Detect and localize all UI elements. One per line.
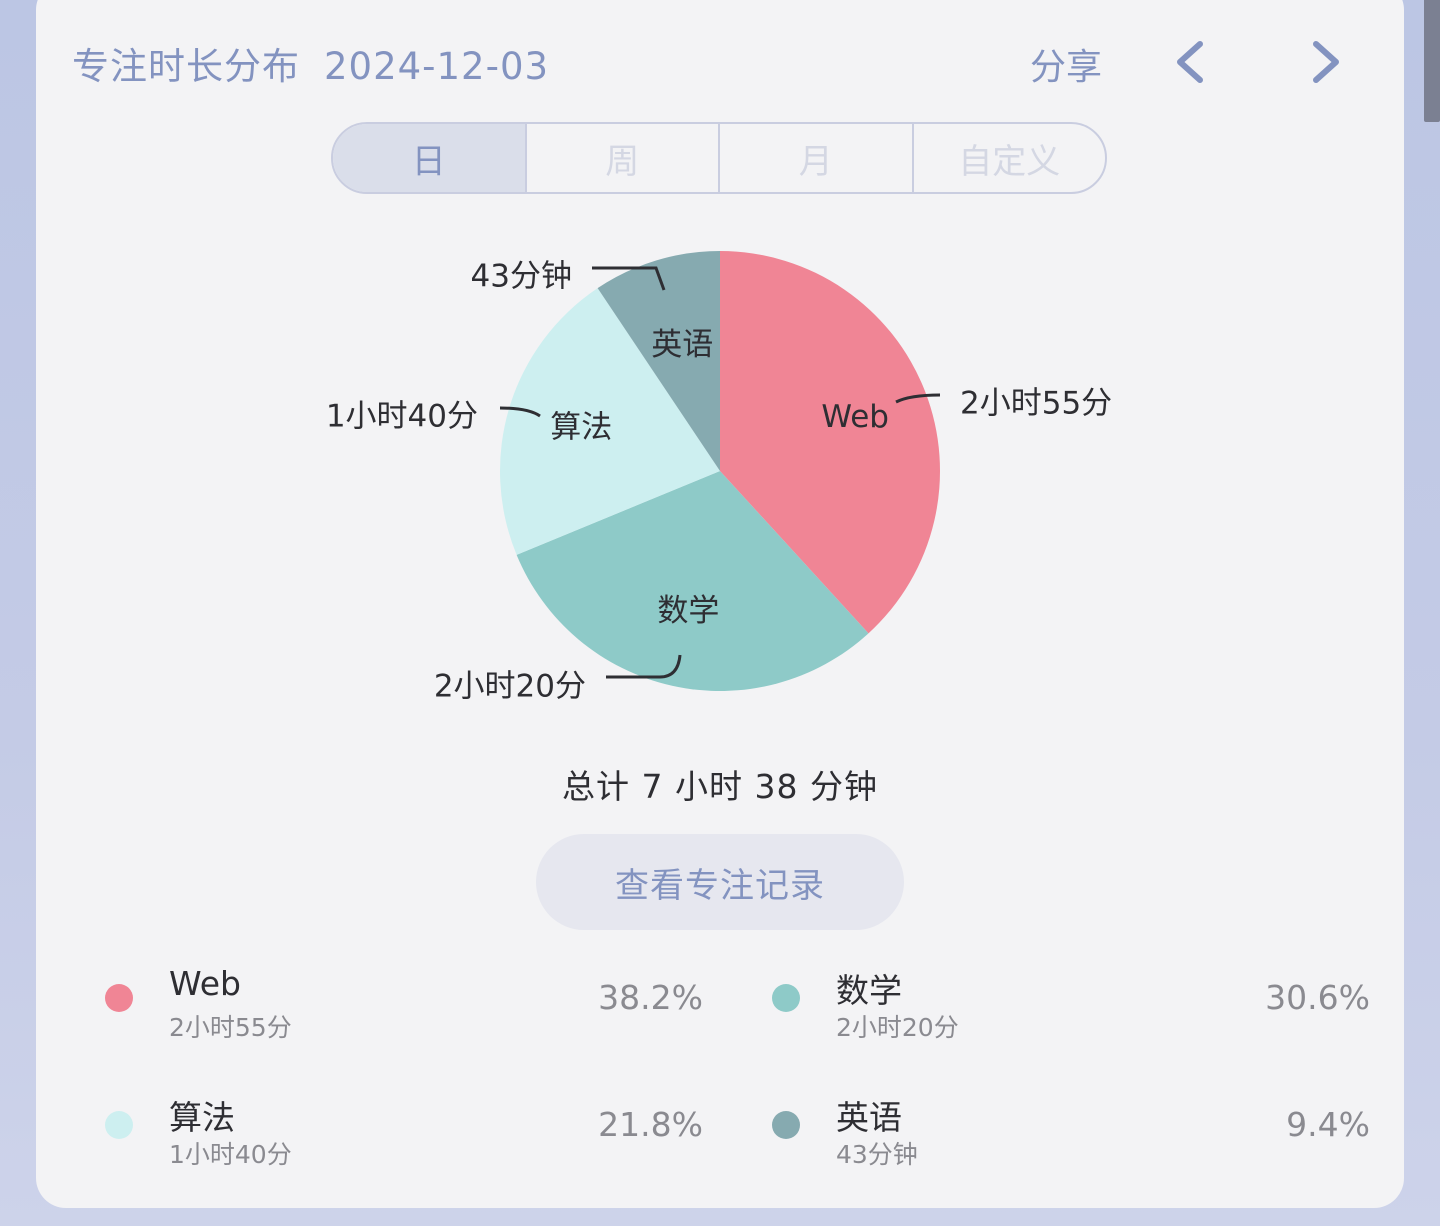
legend-item-algorithm: 算法 1小时40分 21.8%	[105, 1091, 703, 1171]
duration-label-english: 43分钟	[471, 259, 572, 295]
slice-label-web: Web	[821, 399, 889, 435]
legend-dot	[105, 984, 133, 1012]
legend-duration: 2小时55分	[169, 1013, 292, 1042]
duration-label-math: 2小时20分	[434, 669, 586, 705]
slice-label-algorithm: 算法	[550, 409, 612, 445]
legend-percent: 30.6%	[1265, 978, 1370, 1017]
legend-name: 算法	[169, 1098, 235, 1137]
legend-item-web: Web 2小时55分 38.2%	[105, 964, 703, 1044]
legend-duration: 43分钟	[836, 1140, 918, 1169]
pie-chart: Web 数学 算法 英语 2小时55分 2小时20分 1小时40分 43分钟	[326, 251, 1112, 705]
legend-dot	[105, 1111, 133, 1139]
duration-label-web: 2小时55分	[960, 386, 1112, 422]
legend-item-english: 英语 43分钟 9.4%	[772, 1091, 1370, 1171]
legend-item-math: 数学 2小时20分 30.6%	[772, 964, 1370, 1044]
slice-label-english: 英语	[651, 327, 713, 363]
legend-percent: 21.8%	[598, 1105, 703, 1144]
view-records-button[interactable]: 查看专注记录	[536, 834, 904, 930]
legend-name: 数学	[836, 971, 902, 1010]
legend-dot	[772, 1111, 800, 1139]
legend-dot	[772, 984, 800, 1012]
slice-label-math: 数学	[657, 593, 719, 629]
legend-percent: 9.4%	[1286, 1105, 1370, 1144]
legend-percent: 38.2%	[598, 978, 703, 1017]
legend-name: Web	[169, 964, 241, 1003]
total-duration: 总计 7 小时 38 分钟	[562, 767, 878, 806]
duration-label-algorithm: 1小时40分	[326, 399, 478, 435]
legend-duration: 1小时40分	[169, 1140, 292, 1169]
legend-duration: 2小时20分	[836, 1013, 959, 1042]
legend-name: 英语	[836, 1098, 902, 1137]
